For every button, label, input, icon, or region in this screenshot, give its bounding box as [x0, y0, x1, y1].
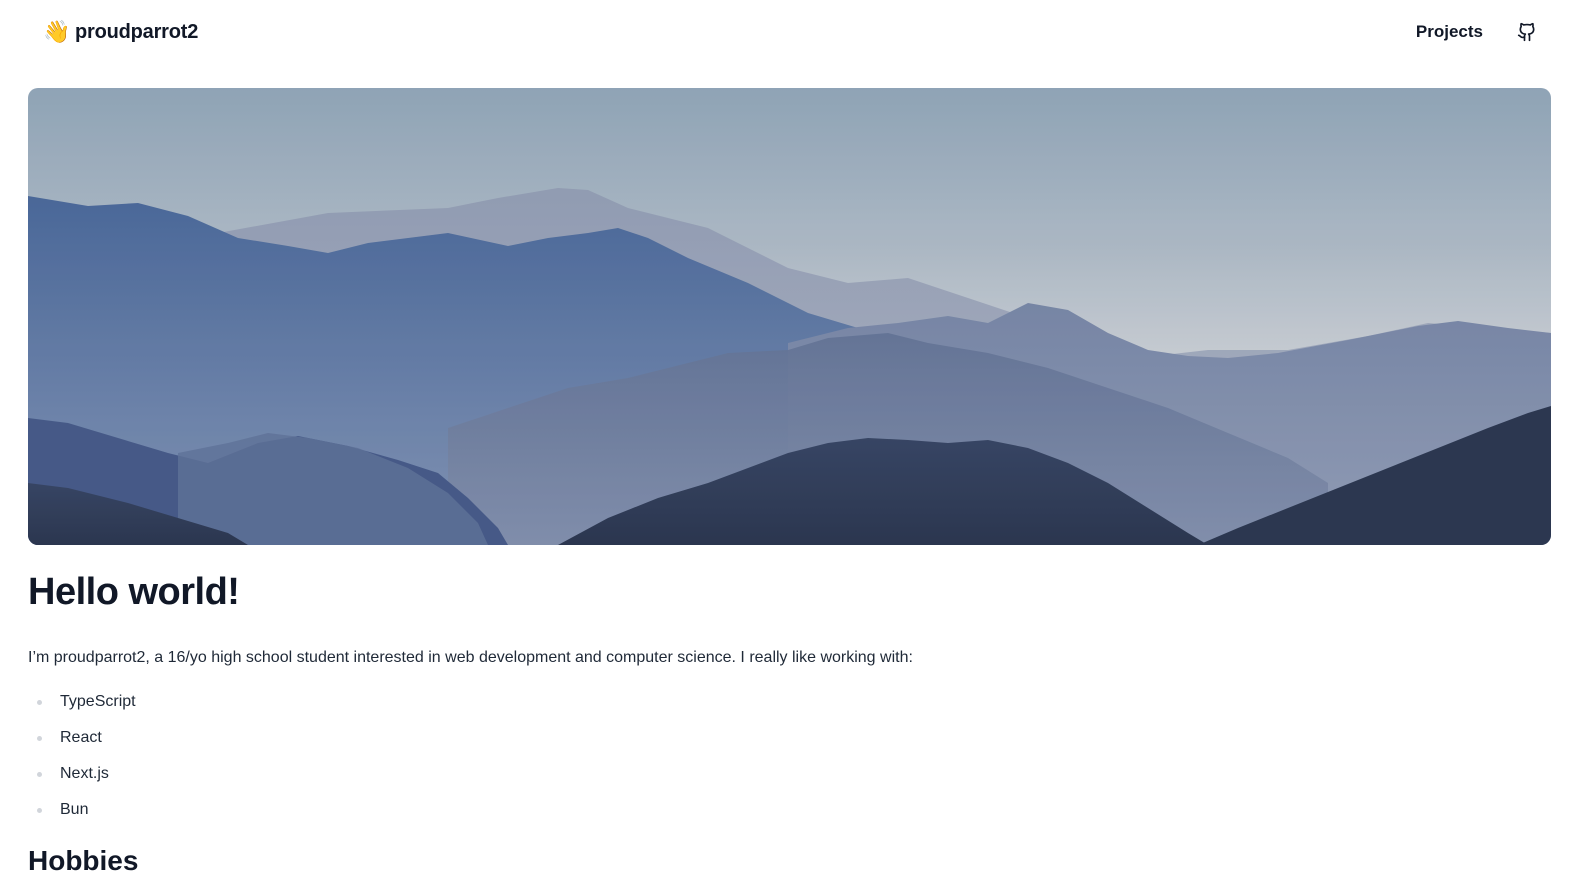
- navbar: 👋 proudparrot2 Projects: [0, 0, 1581, 64]
- intro-text: I’m proudparrot2, a 16/yo high school st…: [28, 648, 913, 666]
- brand-name: proudparrot2: [75, 20, 199, 43]
- list-item: Next.js: [28, 762, 1551, 786]
- list-item: TypeScript: [28, 690, 1551, 714]
- github-icon: [1517, 22, 1535, 42]
- skills-list: TypeScript React Next.js Bun: [28, 690, 1551, 822]
- section-heading: Hobbies: [28, 844, 139, 876]
- mountain-landscape-image: [28, 88, 1551, 545]
- waving-hand-icon: 👋: [43, 19, 71, 44]
- nav-links: Projects: [1416, 22, 1537, 42]
- page-title: Hello world!: [28, 571, 240, 613]
- home-link[interactable]: 👋 proudparrot2: [43, 21, 198, 44]
- github-link[interactable]: [1517, 22, 1537, 42]
- main-content: Hello world! I’m proudparrot2, a 16/yo h…: [28, 570, 1551, 877]
- hero-image: [28, 88, 1551, 545]
- projects-link[interactable]: Projects: [1416, 22, 1483, 42]
- list-item: Bun: [28, 798, 1551, 822]
- list-item: React: [28, 726, 1551, 750]
